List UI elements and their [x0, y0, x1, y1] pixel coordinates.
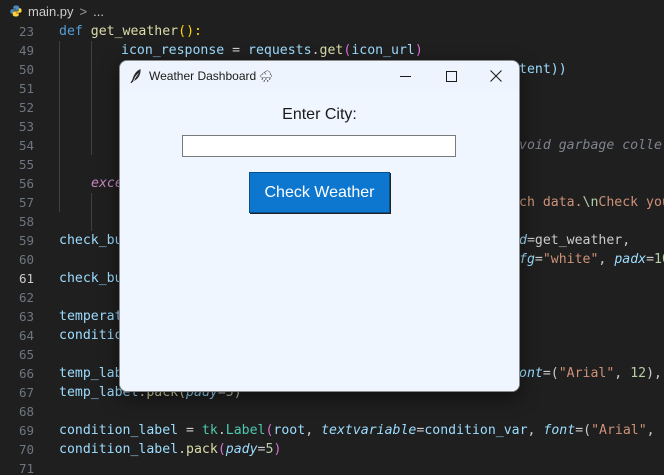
line-number: 71 — [18, 461, 34, 475]
line-number: 66 — [18, 366, 34, 381]
line-number: 55 — [18, 157, 34, 172]
line-number: 62 — [18, 290, 34, 305]
close-icon — [490, 70, 502, 82]
line-number: 64 — [18, 328, 34, 343]
line-number: 70 — [18, 442, 34, 457]
code-line: condition_label.pack(pady=5) — [59, 442, 282, 457]
code-line: temp_lab — [59, 366, 123, 381]
maximize-icon — [445, 70, 457, 82]
code-line: ch data.\nCheck you — [519, 195, 664, 210]
code-line: d=get_weather, — [519, 233, 631, 248]
line-number: 57 — [18, 195, 34, 210]
line-number: 68 — [18, 404, 34, 419]
line-number: 59 — [18, 233, 34, 248]
code-line: ont=("Arial", 12), b — [519, 366, 662, 381]
feather-icon — [130, 69, 141, 84]
breadcrumb-separator: > — [79, 3, 88, 19]
code-line: icon_response = requests.get(icon_url) — [121, 43, 423, 58]
code-line: void garbage colle — [519, 138, 662, 153]
maximize-button[interactable] — [428, 61, 474, 91]
minimize-button[interactable] — [382, 61, 428, 91]
close-button[interactable] — [473, 61, 519, 91]
code-line: fg="white", padx=10, — [519, 252, 664, 267]
line-number: 53 — [18, 119, 34, 134]
python-file-icon — [10, 5, 22, 17]
code-line: exce — [91, 176, 123, 191]
line-number: 50 — [18, 62, 34, 77]
weather-dashboard-window: Weather Dashboard 🌧 Enter City: Check Wea… — [119, 60, 520, 392]
cloud-rain-icon: 🌧 — [259, 71, 274, 83]
line-number: 49 — [18, 43, 34, 58]
breadcrumb-file[interactable]: main.py — [28, 4, 74, 19]
window-title-text: Weather Dashboard — [149, 69, 257, 83]
city-input[interactable] — [182, 135, 456, 157]
line-number-active: 61 — [18, 271, 34, 286]
check-weather-button[interactable]: Check Weather — [249, 172, 390, 213]
breadcrumb: main.py > ... — [0, 0, 664, 22]
indent-guide — [91, 193, 92, 231]
code-line: condition_label = tk.Label(root, textvar… — [59, 423, 664, 438]
code-line: check_bu — [59, 271, 123, 286]
line-number: 63 — [18, 309, 34, 324]
window-client-area: Enter City: Check Weather — [120, 91, 519, 391]
line-number: 65 — [18, 347, 34, 362]
indent-guide — [59, 41, 60, 212]
line-number: 60 — [18, 252, 34, 267]
indent-guide — [91, 41, 92, 155]
code-line: temperat — [59, 309, 123, 324]
line-number-gutter: 23 49 50 51 52 53 54 55 56 57 58 59 60 6… — [0, 22, 36, 475]
enter-city-label: Enter City: — [282, 106, 357, 123]
line-number: 54 — [18, 138, 34, 153]
line-number: 56 — [18, 176, 34, 191]
line-number: 52 — [18, 100, 34, 115]
code-line: tent)) — [519, 62, 567, 77]
code-line: def get_weather(): — [59, 24, 202, 39]
line-number: 67 — [18, 385, 34, 400]
breadcrumb-more[interactable]: ... — [93, 4, 104, 19]
line-number: 51 — [18, 81, 34, 96]
minimize-icon — [399, 75, 411, 77]
code-line: check_bu — [59, 233, 123, 248]
window-titlebar[interactable]: Weather Dashboard 🌧 — [120, 61, 519, 91]
line-number: 58 — [18, 214, 34, 229]
window-title: Weather Dashboard 🌧 — [149, 69, 273, 83]
line-number: 23 — [18, 24, 34, 39]
code-line: conditio — [59, 328, 123, 343]
line-number: 69 — [18, 423, 34, 438]
